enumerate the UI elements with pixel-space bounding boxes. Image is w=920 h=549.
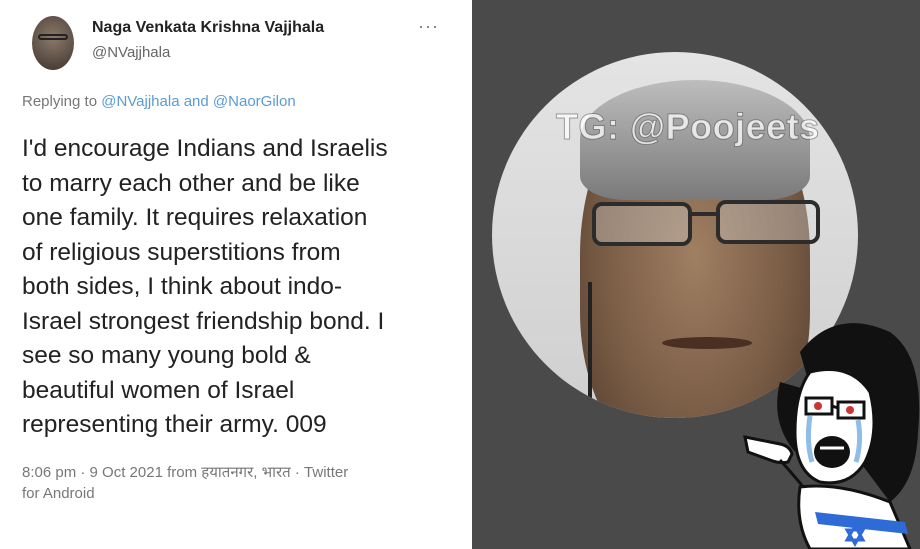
tweet-text: I'd encourage Indians and Israelis to ma… <box>22 135 388 438</box>
tweet-timestamp-source[interactable]: 8:06 pm · 9 Oct 2021 from हयातनगर, भारत … <box>22 461 442 485</box>
tweet-card: Naga Venkata Krishna Vajjhala @NVajjhala… <box>0 0 466 549</box>
avatar-glasses <box>38 34 68 40</box>
author-handle[interactable]: @NVajjhala <box>92 44 170 61</box>
reply-mention-link[interactable]: @NVajjhala <box>101 93 179 110</box>
photo-glasses-left <box>592 202 692 246</box>
tweet-source-continued[interactable]: for Android <box>22 485 95 502</box>
photo-glasses-bridge <box>692 212 716 216</box>
reply-and[interactable]: and <box>184 93 209 110</box>
photo-earphone-wire <box>588 282 592 418</box>
more-options-icon[interactable]: ··· <box>418 16 439 37</box>
reply-mention-link[interactable]: @NaorGilon <box>213 93 296 110</box>
photo-glasses-right <box>716 200 820 244</box>
replying-prefix: Replying to <box>22 93 98 110</box>
crying-wojak-sticker-icon <box>743 323 920 549</box>
author-avatar[interactable] <box>32 16 74 70</box>
author-display-name[interactable]: Naga Venkata Krishna Vajjhala <box>92 19 324 37</box>
photo-mouth <box>662 337 752 349</box>
replying-to-line: Replying to @NVajjhala and @NaorGilon <box>22 93 296 110</box>
watermark-text: TG: @Poojeets <box>556 106 820 148</box>
